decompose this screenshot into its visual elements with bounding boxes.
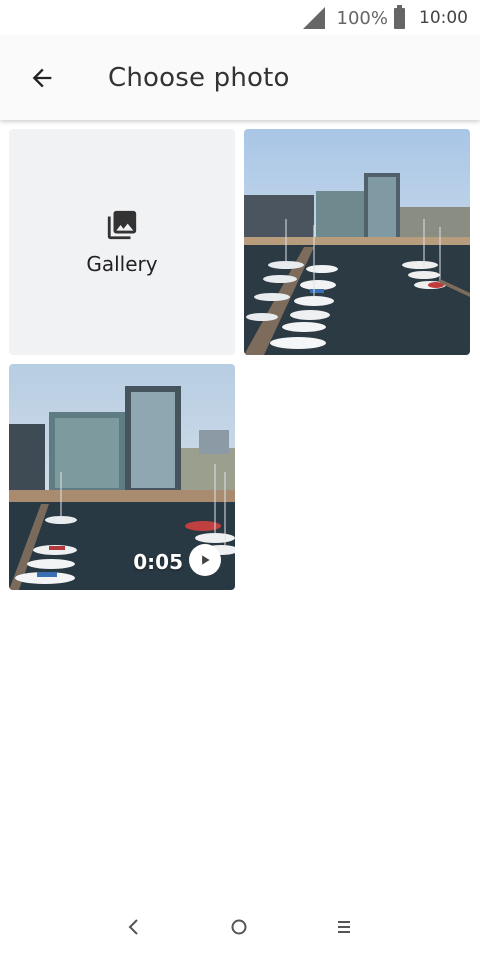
signal-icon — [302, 7, 325, 29]
nav-menu-icon — [338, 921, 350, 933]
nav-menu-button[interactable] — [329, 912, 359, 942]
screen: 100% 10:00 Choose photo Gallery 0:05 — [0, 0, 480, 960]
nav-home-button[interactable] — [224, 912, 254, 942]
video-thumbnail[interactable]: 0:05 — [9, 364, 235, 590]
nav-back-button[interactable] — [119, 912, 149, 942]
gallery-tile[interactable]: Gallery — [9, 129, 235, 355]
battery-percentage: 100% — [336, 7, 388, 29]
battery-icon — [394, 4, 405, 29]
back-button[interactable] — [0, 36, 84, 120]
play-button[interactable] — [189, 544, 221, 576]
photo-thumbnail[interactable] — [244, 129, 470, 355]
nav-home-icon — [231, 919, 247, 935]
app-bar: Choose photo — [0, 36, 480, 120]
arrow-back-icon — [32, 68, 52, 88]
harbor-photo-image — [244, 129, 470, 355]
photo-library-icon — [107, 210, 137, 240]
gallery-label: Gallery — [86, 252, 158, 276]
system-nav-bar — [0, 894, 480, 960]
status-bar: 100% 10:00 — [0, 0, 480, 36]
video-duration: 0:05 — [133, 550, 183, 574]
clock: 10:00 — [419, 8, 468, 28]
nav-back-icon — [128, 919, 138, 935]
page-title: Choose photo — [108, 63, 290, 93]
play-icon — [202, 555, 210, 565]
